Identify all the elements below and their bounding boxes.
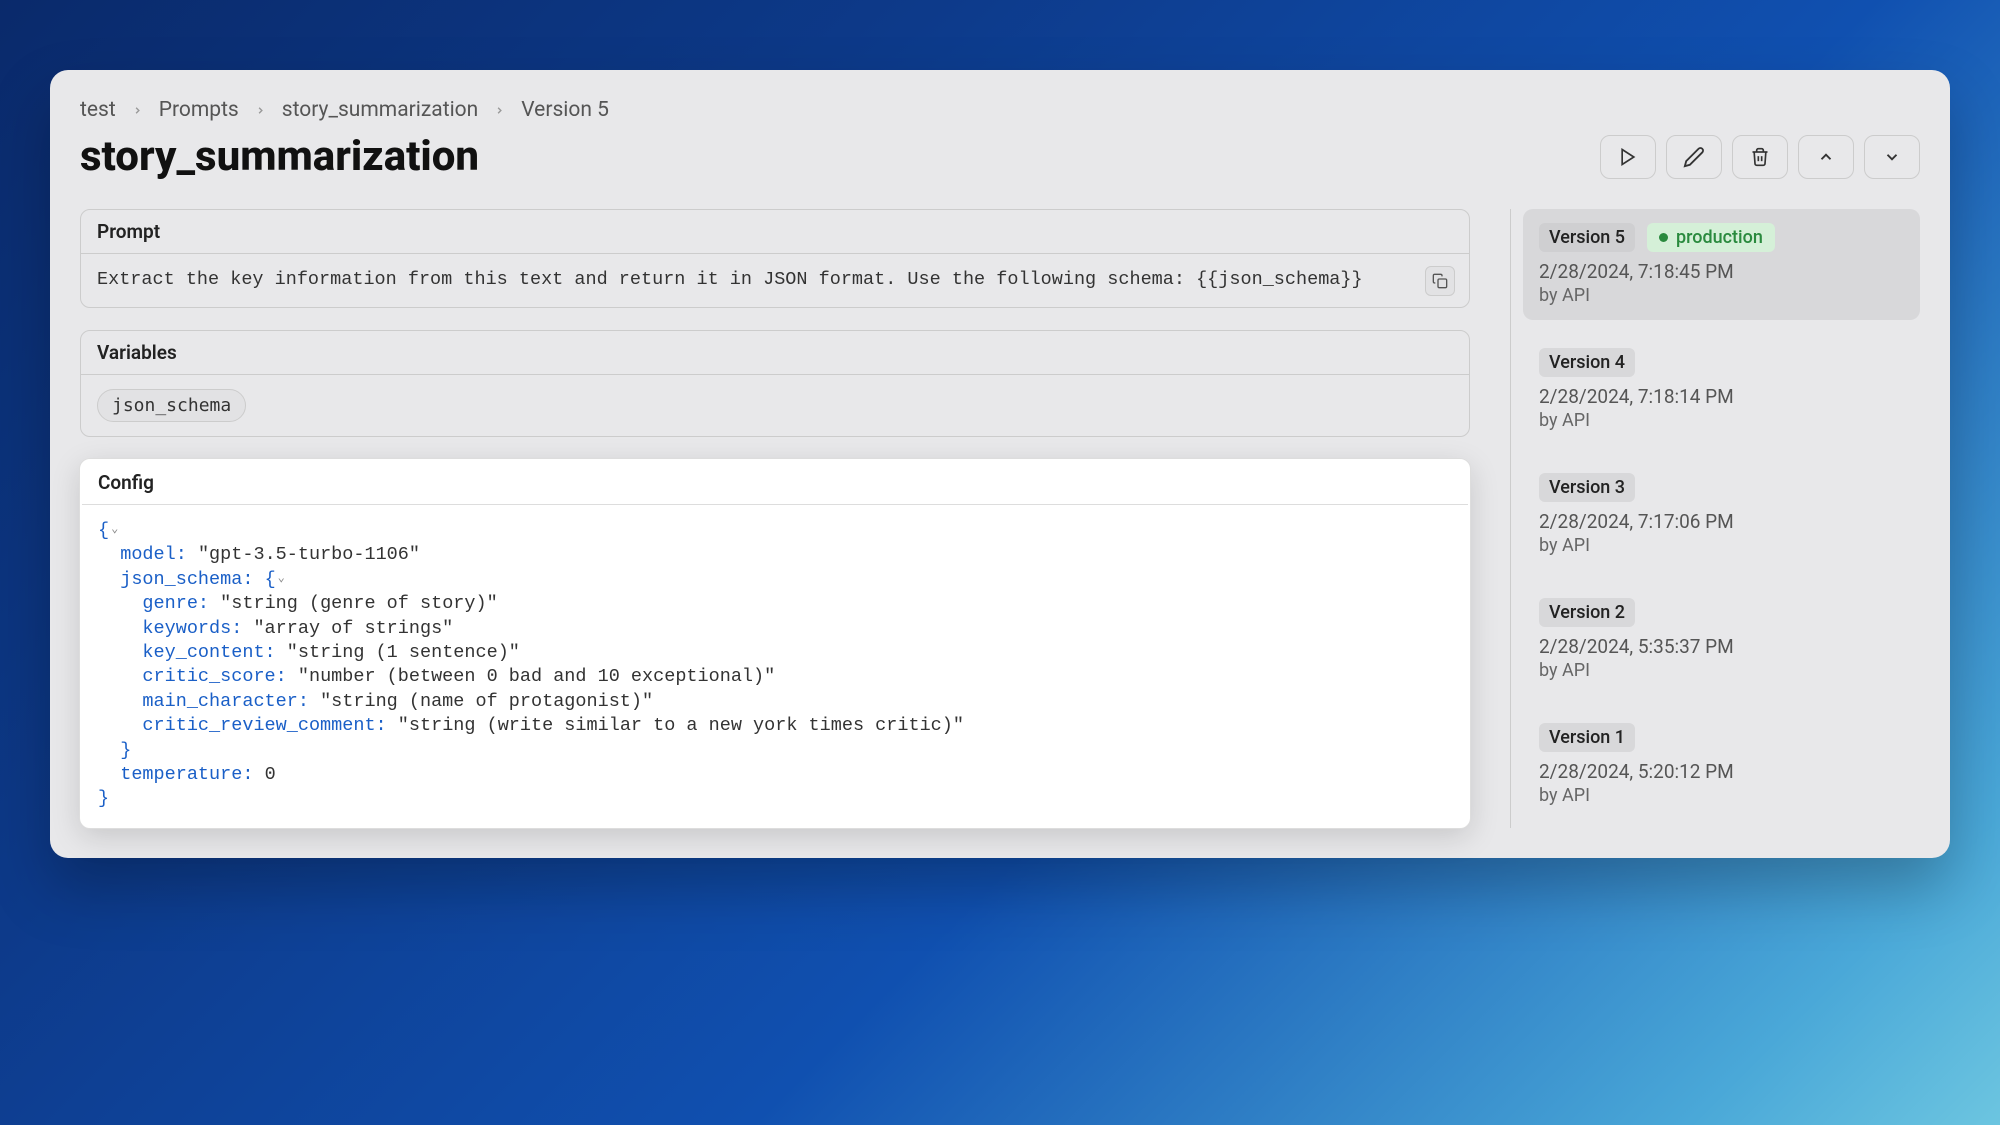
config-header: Config — [82, 461, 1468, 505]
version-badge: Version 5 — [1539, 223, 1635, 252]
version-item[interactable]: Version 2 2/28/2024, 5:35:37 PMby API — [1523, 584, 1920, 695]
breadcrumb-item[interactable]: Prompts — [159, 98, 239, 122]
status-dot-icon — [1659, 233, 1668, 242]
prompt-text: Extract the key information from this te… — [97, 268, 1453, 293]
breadcrumb-item[interactable]: story_summarization — [282, 98, 478, 122]
prompt-card: Prompt Extract the key information from … — [80, 209, 1470, 308]
version-badge: Version 4 — [1539, 348, 1635, 377]
variables-body: json_schema — [81, 375, 1469, 436]
version-item[interactable]: Version 3 2/28/2024, 7:17:06 PMby API — [1523, 459, 1920, 570]
play-icon — [1618, 147, 1638, 167]
chevron-down-icon — [1883, 148, 1901, 166]
next-version-button[interactable] — [1864, 135, 1920, 179]
version-date: 2/28/2024, 7:18:14 PM — [1539, 385, 1904, 408]
delete-button[interactable] — [1732, 135, 1788, 179]
version-author: by API — [1539, 660, 1904, 681]
breadcrumb: test Prompts story_summarization Version… — [80, 98, 1920, 122]
copy-button[interactable] — [1425, 266, 1455, 296]
config-card: Config {⌄ model: "gpt-3.5-turbo-1106" js… — [80, 459, 1470, 828]
content-grid: Prompt Extract the key information from … — [80, 209, 1920, 828]
version-date: 2/28/2024, 5:35:37 PM — [1539, 635, 1904, 658]
version-badge: Version 2 — [1539, 598, 1635, 627]
version-badge: Version 3 — [1539, 473, 1635, 502]
version-item[interactable]: Version 5 production 2/28/2024, 7:18:45 PM… — [1523, 209, 1920, 320]
breadcrumb-item[interactable]: Version 5 — [521, 98, 609, 122]
version-date: 2/28/2024, 5:20:12 PM — [1539, 760, 1904, 783]
main-column: Prompt Extract the key information from … — [80, 209, 1470, 828]
pencil-icon — [1683, 146, 1705, 168]
action-bar — [1600, 135, 1920, 179]
chevron-right-icon — [494, 105, 505, 116]
versions-list: Version 5 production 2/28/2024, 7:18:45 PM… — [1510, 209, 1920, 828]
chevron-right-icon — [255, 105, 266, 116]
version-badge: Version 1 — [1539, 723, 1635, 752]
version-head: Version 4 — [1539, 348, 1904, 377]
version-author: by API — [1539, 285, 1904, 306]
breadcrumb-item[interactable]: test — [80, 98, 116, 122]
config-body: {⌄ model: "gpt-3.5-turbo-1106" json_sche… — [82, 505, 1468, 826]
prompt-detail-window: test Prompts story_summarization Version… — [50, 70, 1950, 858]
chevron-up-icon — [1817, 148, 1835, 166]
production-label: production — [1676, 227, 1763, 248]
copy-icon — [1432, 273, 1448, 289]
title-row: story_summarization — [80, 132, 1920, 181]
edit-button[interactable] — [1666, 135, 1722, 179]
page-title: story_summarization — [80, 132, 479, 181]
version-date: 2/28/2024, 7:17:06 PM — [1539, 510, 1904, 533]
version-head: Version 3 — [1539, 473, 1904, 502]
version-item[interactable]: Version 4 2/28/2024, 7:18:14 PMby API — [1523, 334, 1920, 445]
prompt-body: Extract the key information from this te… — [81, 254, 1469, 307]
version-head: Version 1 — [1539, 723, 1904, 752]
trash-icon — [1750, 147, 1770, 167]
version-author: by API — [1539, 785, 1904, 806]
production-badge: production — [1647, 223, 1775, 252]
version-head: Version 5 production — [1539, 223, 1904, 252]
variable-chip[interactable]: json_schema — [97, 389, 246, 422]
version-author: by API — [1539, 410, 1904, 431]
version-date: 2/28/2024, 7:18:45 PM — [1539, 260, 1904, 283]
version-head: Version 2 — [1539, 598, 1904, 627]
prompt-header: Prompt — [81, 210, 1469, 254]
variables-card: Variables json_schema — [80, 330, 1470, 437]
chevron-right-icon — [132, 105, 143, 116]
version-author: by API — [1539, 535, 1904, 556]
prev-version-button[interactable] — [1798, 135, 1854, 179]
version-item[interactable]: Version 1 2/28/2024, 5:20:12 PMby API — [1523, 709, 1920, 820]
variables-header: Variables — [81, 331, 1469, 375]
run-button[interactable] — [1600, 135, 1656, 179]
